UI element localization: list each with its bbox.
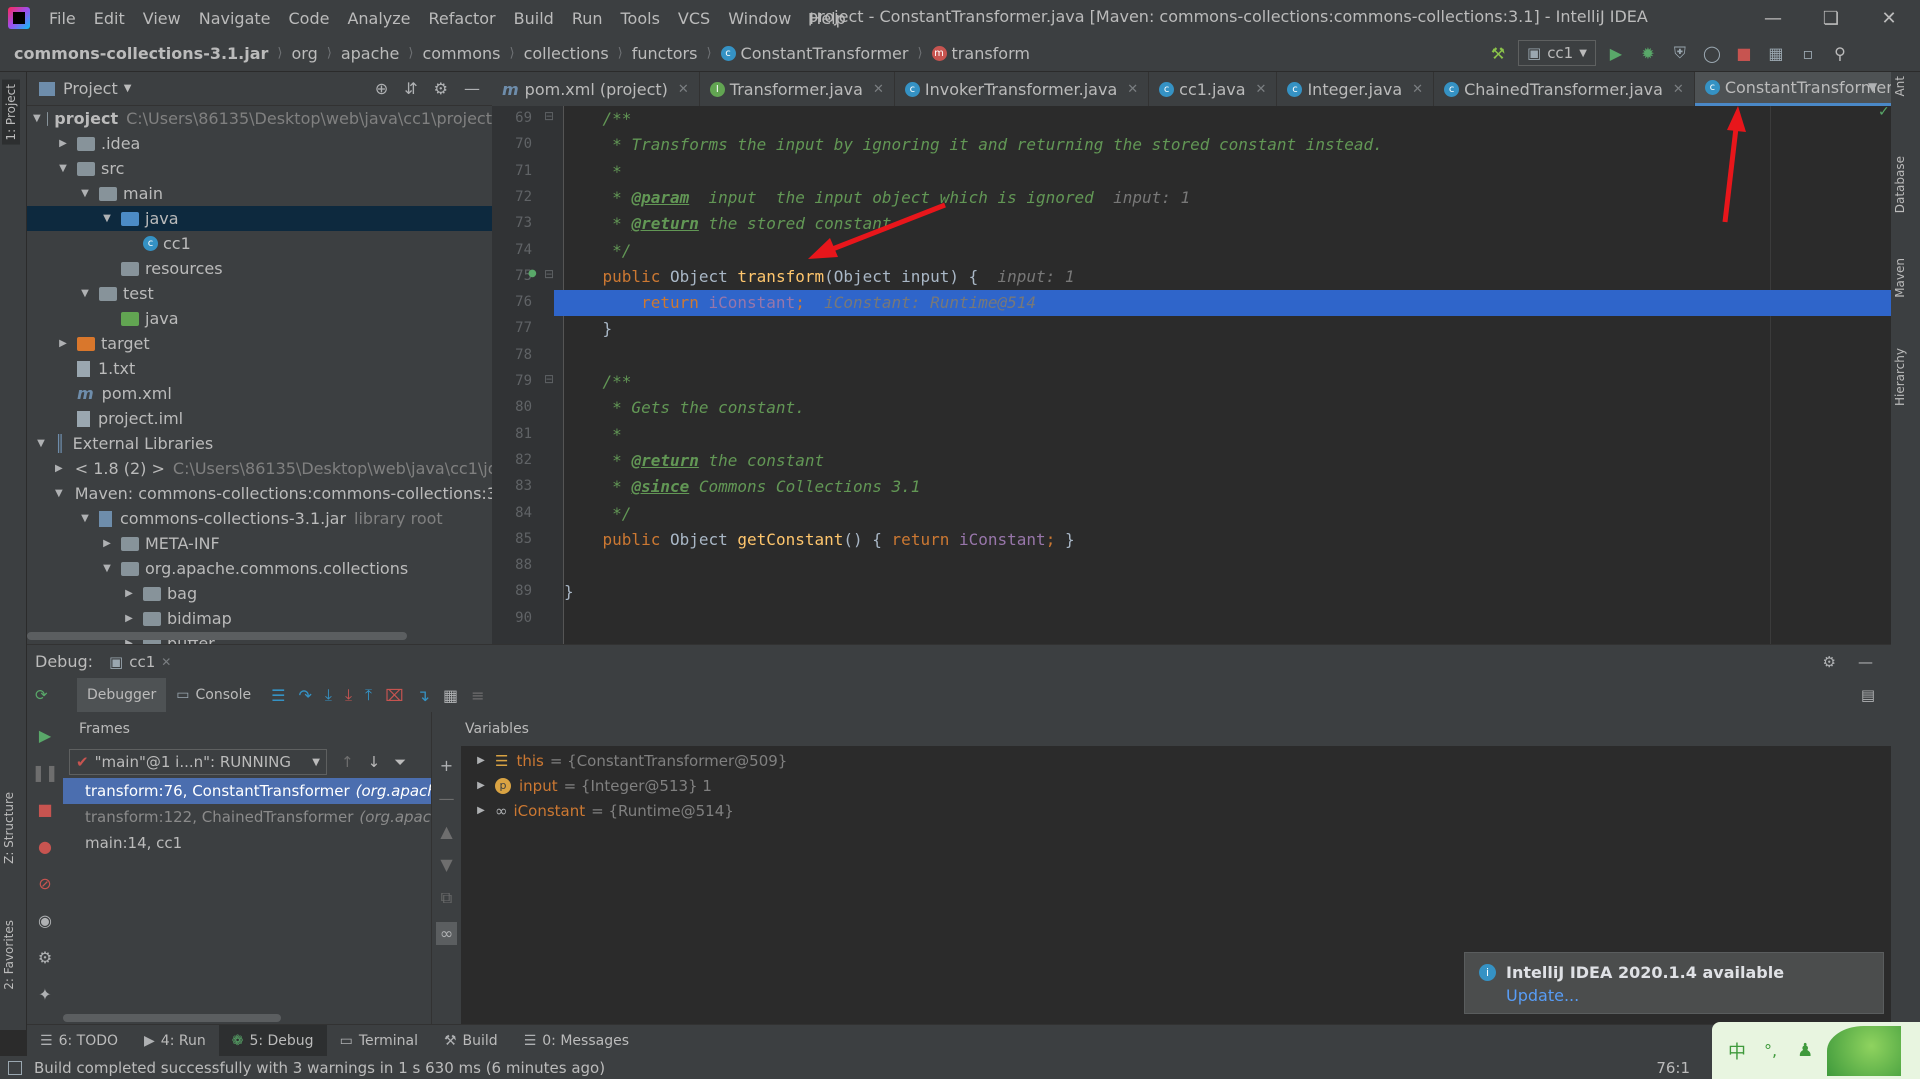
arrow-to-transform xyxy=(808,202,946,259)
arrow-to-active-tab xyxy=(1722,106,1746,223)
annotation-arrows xyxy=(808,106,1746,259)
